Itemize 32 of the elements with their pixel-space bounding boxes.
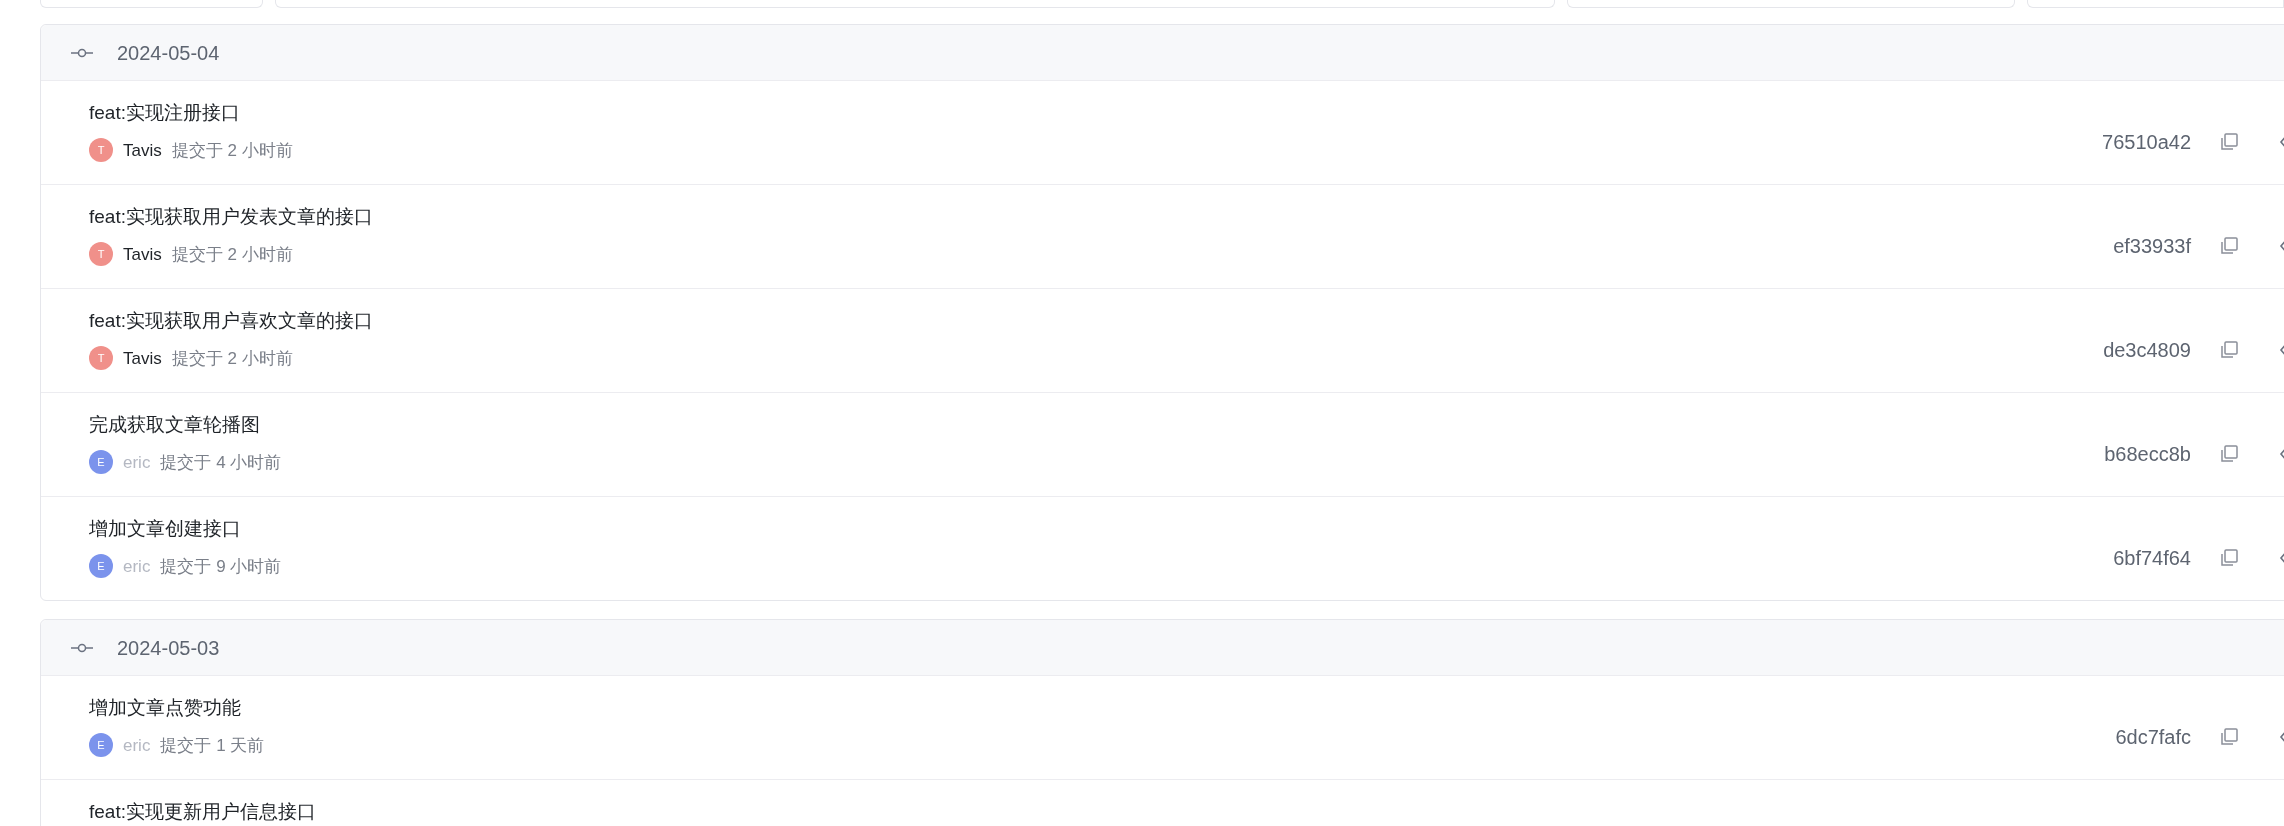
commit-message[interactable]: feat:实现获取用户喜欢文章的接口: [89, 307, 2104, 336]
commit-date: 2024-05-04: [117, 40, 220, 66]
commit-message[interactable]: 增加文章创建接口: [89, 515, 2114, 544]
author-name[interactable]: Tavis: [123, 345, 162, 371]
commit-date: 2024-05-03: [117, 635, 220, 661]
commit-time: 提交于 2 小时前: [171, 347, 293, 370]
commit-hash[interactable]: 6bf74f64: [2113, 542, 2191, 573]
commit-hash[interactable]: ef33933f: [2113, 230, 2191, 261]
commit-hash[interactable]: 6dc7fafc: [2115, 721, 2191, 752]
avatar: T: [89, 138, 113, 163]
avatar: T: [89, 242, 113, 267]
commit-message[interactable]: feat:实现注册接口: [89, 99, 2102, 128]
commit-time: 提交于 1 天前: [160, 734, 265, 757]
commit-icon: [71, 642, 93, 653]
commit-time: 提交于 2 小时前: [171, 243, 293, 266]
avatar: E: [89, 733, 113, 758]
commit-message[interactable]: feat:实现获取用户发表文章的接口: [89, 203, 2114, 232]
commit-icon: [71, 47, 93, 58]
commit-time: 提交于 9 小时前: [160, 555, 282, 578]
commit-time: 提交于 2 小时前: [171, 139, 293, 162]
avatar: E: [89, 554, 113, 579]
commit-message[interactable]: 增加文章点赞功能: [89, 694, 2116, 723]
commit-message[interactable]: 完成获取文章轮播图: [89, 411, 2105, 440]
avatar: T: [89, 346, 113, 371]
author-name[interactable]: Tavis: [123, 137, 162, 163]
commit-hash[interactable]: 76510a42: [2102, 126, 2191, 157]
commit-hash[interactable]: de3c4809: [2103, 334, 2191, 365]
commit-message[interactable]: feat:实现更新用户信息接口: [89, 798, 2284, 826]
commit-hash[interactable]: b68ecc8b: [2104, 438, 2191, 469]
author-name[interactable]: Tavis: [123, 241, 162, 267]
commit-time: 提交于 4 小时前: [160, 451, 282, 474]
avatar: E: [89, 450, 113, 475]
